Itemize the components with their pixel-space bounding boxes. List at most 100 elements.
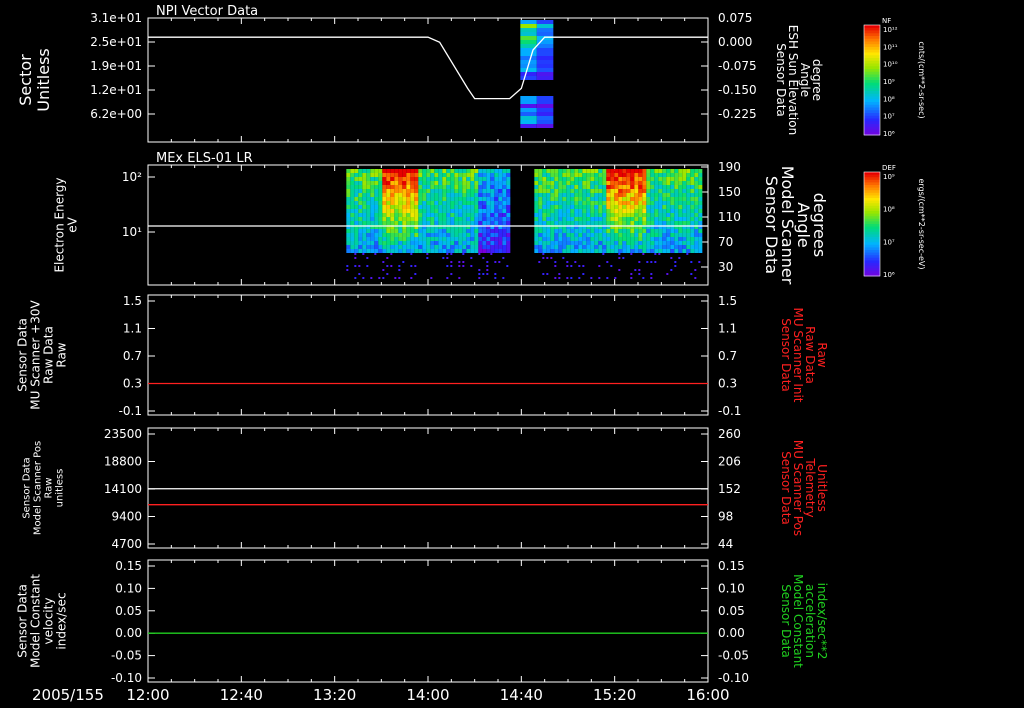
heatmap-cell: [670, 233, 675, 237]
heatmap-cell: [374, 185, 379, 189]
heatmap-cell: [458, 197, 463, 201]
heatmap-cell: [386, 213, 391, 217]
heatmap-speck: [546, 257, 549, 259]
heatmap-cell: [558, 217, 563, 221]
heatmap-cell: [414, 229, 419, 233]
heatmap-cell: [358, 177, 363, 181]
heatmap-cell: [426, 201, 431, 205]
heatmap-cell: [398, 197, 403, 201]
heatmap-cell: [630, 169, 635, 173]
heatmap-cell: [538, 213, 543, 217]
heatmap-cell: [546, 185, 551, 189]
heatmap-cell: [490, 197, 495, 201]
heatmap-cell: [546, 169, 551, 173]
heatmap-cell: [454, 221, 459, 225]
heatmap-cell: [626, 169, 631, 173]
heatmap-cell: [370, 237, 375, 241]
heatmap-speck: [554, 277, 557, 279]
heatmap-cell: [674, 201, 679, 205]
heatmap-cell: [566, 213, 571, 217]
heatmap-cell: [586, 197, 591, 201]
y2-axis-label: Angle: [798, 63, 812, 97]
heatmap-cell: [394, 201, 399, 205]
heatmap-cell: [502, 233, 507, 237]
heatmap-cell: [590, 169, 595, 173]
heatmap-cell: [662, 233, 667, 237]
heatmap-cell: [666, 197, 671, 201]
heatmap-cell: [386, 169, 391, 173]
heatmap-cell: [490, 205, 495, 209]
heatmap-cell: [470, 205, 475, 209]
heatmap-cell: [482, 217, 487, 221]
heatmap-cell: [350, 249, 355, 253]
heatmap-speck: [386, 257, 389, 259]
heatmap-cell: [506, 197, 511, 201]
heatmap-cell: [546, 217, 551, 221]
heatmap-cell: [382, 209, 387, 213]
heatmap-cell: [618, 177, 623, 181]
heatmap-cell: [506, 213, 511, 217]
heatmap-cell: [538, 221, 543, 225]
spectrogram-cell: [520, 44, 537, 48]
heatmap-speck: [566, 277, 569, 279]
heatmap-cell: [506, 237, 511, 241]
heatmap-cell: [406, 221, 411, 225]
heatmap-cell: [506, 201, 511, 205]
heatmap-cell: [542, 237, 547, 241]
heatmap-cell: [670, 221, 675, 225]
heatmap-speck: [638, 273, 641, 275]
heatmap-speck: [506, 265, 509, 267]
y-tick-label: 0.00: [115, 626, 142, 640]
heatmap-cell: [478, 217, 483, 221]
heatmap-speck: [398, 269, 401, 271]
heatmap-cell: [618, 169, 623, 173]
heatmap-cell: [366, 185, 371, 189]
heatmap-cell: [690, 201, 695, 205]
heatmap-cell: [634, 245, 639, 249]
heatmap-speck: [390, 265, 393, 267]
heatmap-cell: [590, 229, 595, 233]
heatmap-cell: [390, 177, 395, 181]
heatmap-cell: [354, 173, 359, 177]
heatmap-cell: [662, 245, 667, 249]
heatmap-cell: [502, 221, 507, 225]
heatmap-cell: [590, 213, 595, 217]
heatmap-cell: [646, 221, 651, 225]
heatmap-cell: [666, 189, 671, 193]
heatmap-cell: [610, 177, 615, 181]
heatmap-cell: [450, 249, 455, 253]
heatmap-cell: [506, 193, 511, 197]
heatmap-cell: [394, 197, 399, 201]
heatmap-cell: [546, 193, 551, 197]
heatmap-cell: [558, 185, 563, 189]
heatmap-cell: [386, 233, 391, 237]
heatmap-cell: [430, 193, 435, 197]
heatmap-cell: [346, 217, 351, 221]
y2-tick-label: -0.075: [718, 59, 757, 73]
heatmap-cell: [506, 249, 511, 253]
heatmap-cell: [698, 177, 703, 181]
heatmap-cell: [406, 205, 411, 209]
heatmap-cell: [482, 221, 487, 225]
heatmap-cell: [482, 201, 487, 205]
heatmap-cell: [386, 201, 391, 205]
heatmap-cell: [646, 181, 651, 185]
heatmap-cell: [694, 177, 699, 181]
heatmap-cell: [470, 241, 475, 245]
heatmap-cell: [506, 245, 511, 249]
panel-title: NPI Vector Data: [156, 4, 258, 19]
heatmap-cell: [686, 173, 691, 177]
heatmap-cell: [602, 245, 607, 249]
heatmap-cell: [446, 197, 451, 201]
heatmap-cell: [626, 233, 631, 237]
heatmap-speck: [578, 265, 581, 267]
heatmap-cell: [598, 177, 603, 181]
heatmap-cell: [686, 169, 691, 173]
heatmap-speck: [446, 277, 449, 279]
heatmap-cell: [410, 201, 415, 205]
spectrogram-cell: [520, 104, 537, 108]
heatmap-cell: [418, 177, 423, 181]
heatmap-speck: [678, 257, 681, 259]
heatmap-cell: [458, 213, 463, 217]
heatmap-cell: [482, 193, 487, 197]
